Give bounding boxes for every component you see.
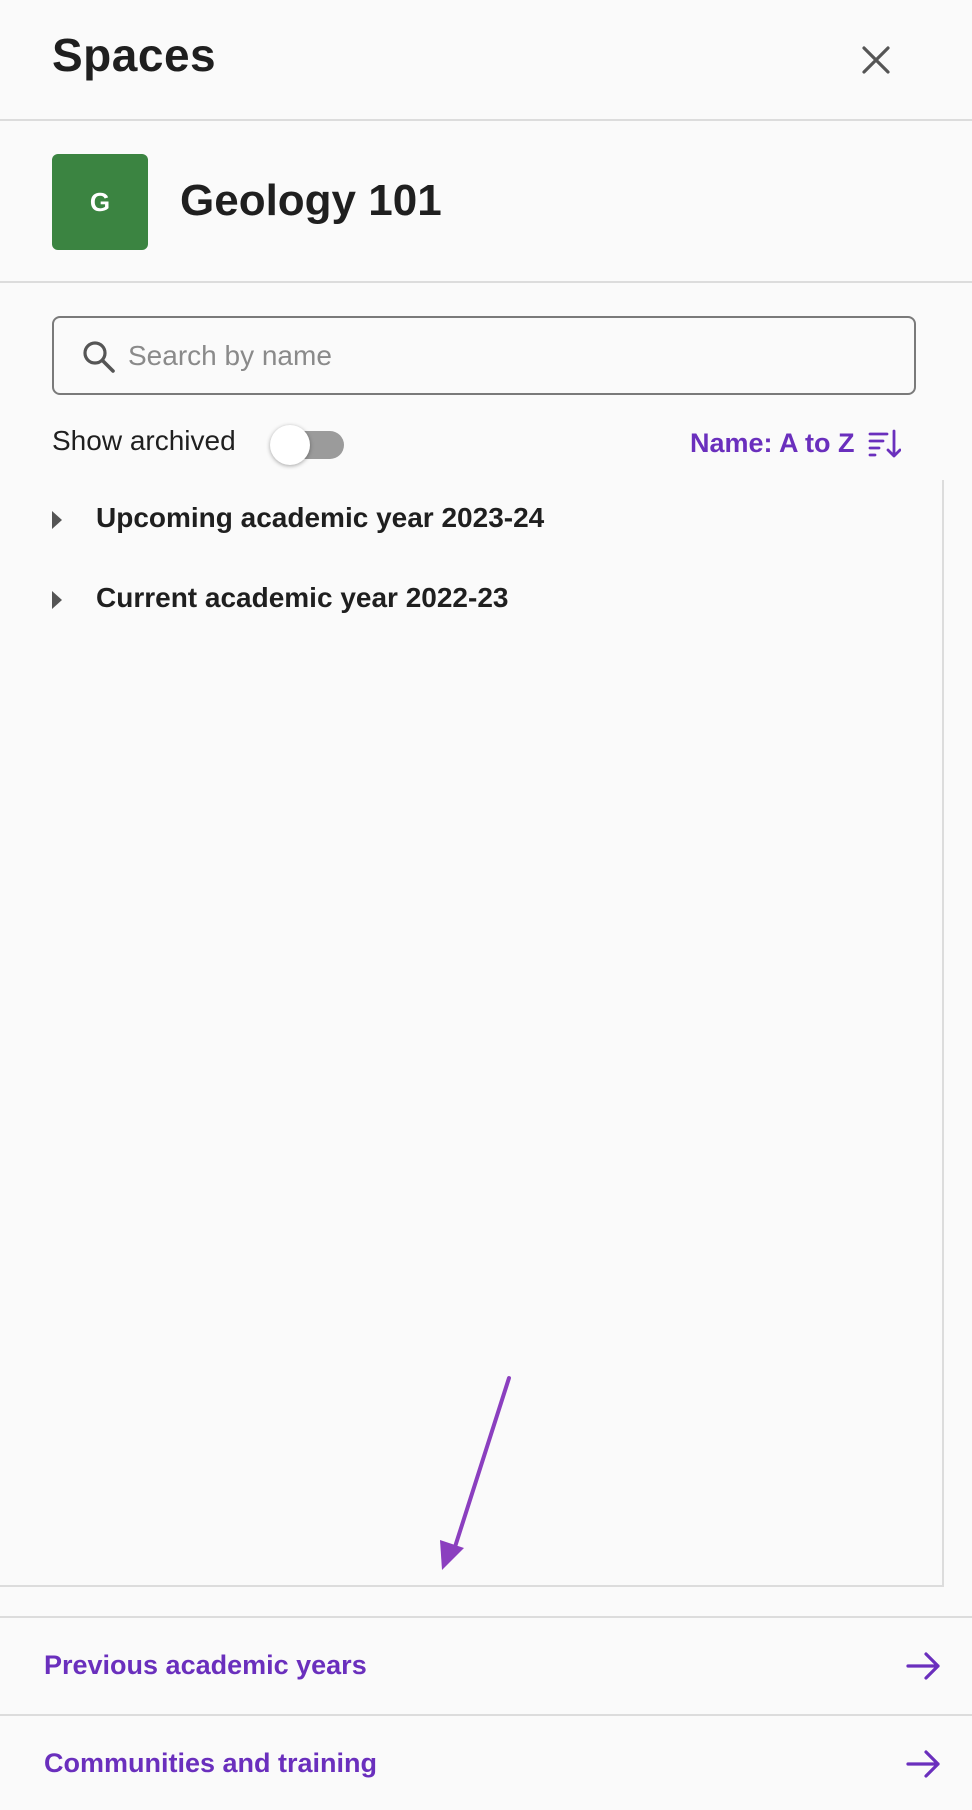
current-space-row[interactable]: G Geology 101 bbox=[0, 121, 972, 283]
close-button[interactable] bbox=[852, 36, 900, 84]
show-archived-toggle[interactable] bbox=[270, 425, 346, 465]
search-icon bbox=[83, 341, 115, 373]
sort-descending-icon bbox=[868, 429, 901, 458]
annotation-arrow-icon bbox=[440, 1376, 511, 1570]
arrow-right-icon bbox=[906, 1652, 940, 1680]
page-title: Spaces bbox=[52, 29, 217, 81]
tree-item-label: Upcoming academic year 2023-24 bbox=[96, 502, 545, 533]
tree-item-label: Current academic year 2022-23 bbox=[96, 582, 509, 613]
link-label: Communities and training bbox=[44, 1748, 378, 1778]
space-avatar: G bbox=[52, 154, 148, 250]
caret-right-icon bbox=[52, 511, 62, 529]
tree-item-upcoming-year[interactable]: Upcoming academic year 2023-24 bbox=[0, 490, 930, 550]
space-name: Geology 101 bbox=[180, 176, 442, 225]
panel-header: Spaces bbox=[0, 0, 972, 121]
arrow-right-icon bbox=[906, 1750, 940, 1778]
close-icon bbox=[862, 46, 890, 74]
toggle-knob bbox=[270, 425, 310, 465]
sort-button[interactable]: Name: A to Z bbox=[690, 421, 916, 465]
previous-academic-years-link[interactable]: Previous academic years bbox=[0, 1616, 972, 1714]
spaces-panel: Spaces G Geology 101 Show archived Name:… bbox=[0, 0, 972, 1810]
caret-right-icon bbox=[52, 591, 62, 609]
tree-item-current-year[interactable]: Current academic year 2022-23 bbox=[0, 570, 930, 630]
search-input[interactable] bbox=[128, 318, 898, 393]
show-archived-label: Show archived bbox=[52, 425, 236, 456]
communities-and-training-link[interactable]: Communities and training bbox=[0, 1714, 972, 1810]
sort-label: Name: A to Z bbox=[690, 427, 855, 458]
space-avatar-letter: G bbox=[89, 186, 111, 217]
search-field[interactable] bbox=[52, 316, 916, 395]
link-label: Previous academic years bbox=[44, 1650, 367, 1680]
